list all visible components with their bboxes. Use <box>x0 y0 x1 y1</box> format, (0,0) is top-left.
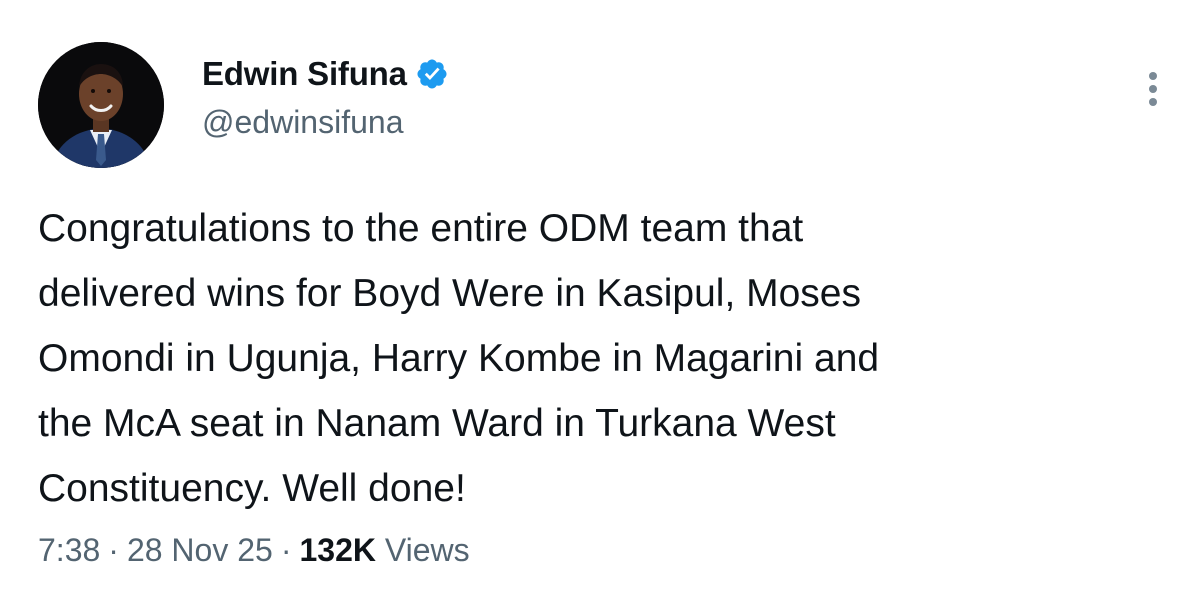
tweet-text-line: Omondi in Ugunja, Harry Kombe in Magarin… <box>38 337 880 380</box>
verified-badge-icon[interactable] <box>415 57 449 91</box>
tweet-time[interactable]: 7:38 <box>38 532 100 568</box>
tweet-text: Congratulations to the entire ODM team t… <box>38 196 1168 521</box>
views-count: 132K <box>299 532 376 568</box>
meta-separator: · <box>280 532 292 568</box>
tweet-date[interactable]: 28 Nov 25 <box>127 532 273 568</box>
tweet-text-line: delivered wins for Boyd Were in Kasipul,… <box>38 272 861 315</box>
tweet-text-line: Congratulations to the entire ODM team t… <box>38 207 804 250</box>
avatar-photo <box>38 42 164 168</box>
author-name-row: Edwin Sifuna <box>202 52 449 96</box>
tweet-card: Edwin Sifuna @edwinsifuna Congratulation… <box>0 0 1200 592</box>
tweet-text-line: the McA seat in Nanam Ward in Turkana We… <box>38 402 836 445</box>
author-handle[interactable]: @edwinsifuna <box>202 104 403 141</box>
tweet-text-line: Constituency. Well done! <box>38 467 466 510</box>
tweet-meta: 7:38 · 28 Nov 25 · 132K Views <box>38 532 470 569</box>
avatar[interactable] <box>38 42 164 168</box>
more-vertical-icon[interactable] <box>1138 70 1168 110</box>
views-label: Views <box>384 532 470 568</box>
author-display-name[interactable]: Edwin Sifuna <box>202 55 407 93</box>
meta-separator: · <box>108 532 119 568</box>
